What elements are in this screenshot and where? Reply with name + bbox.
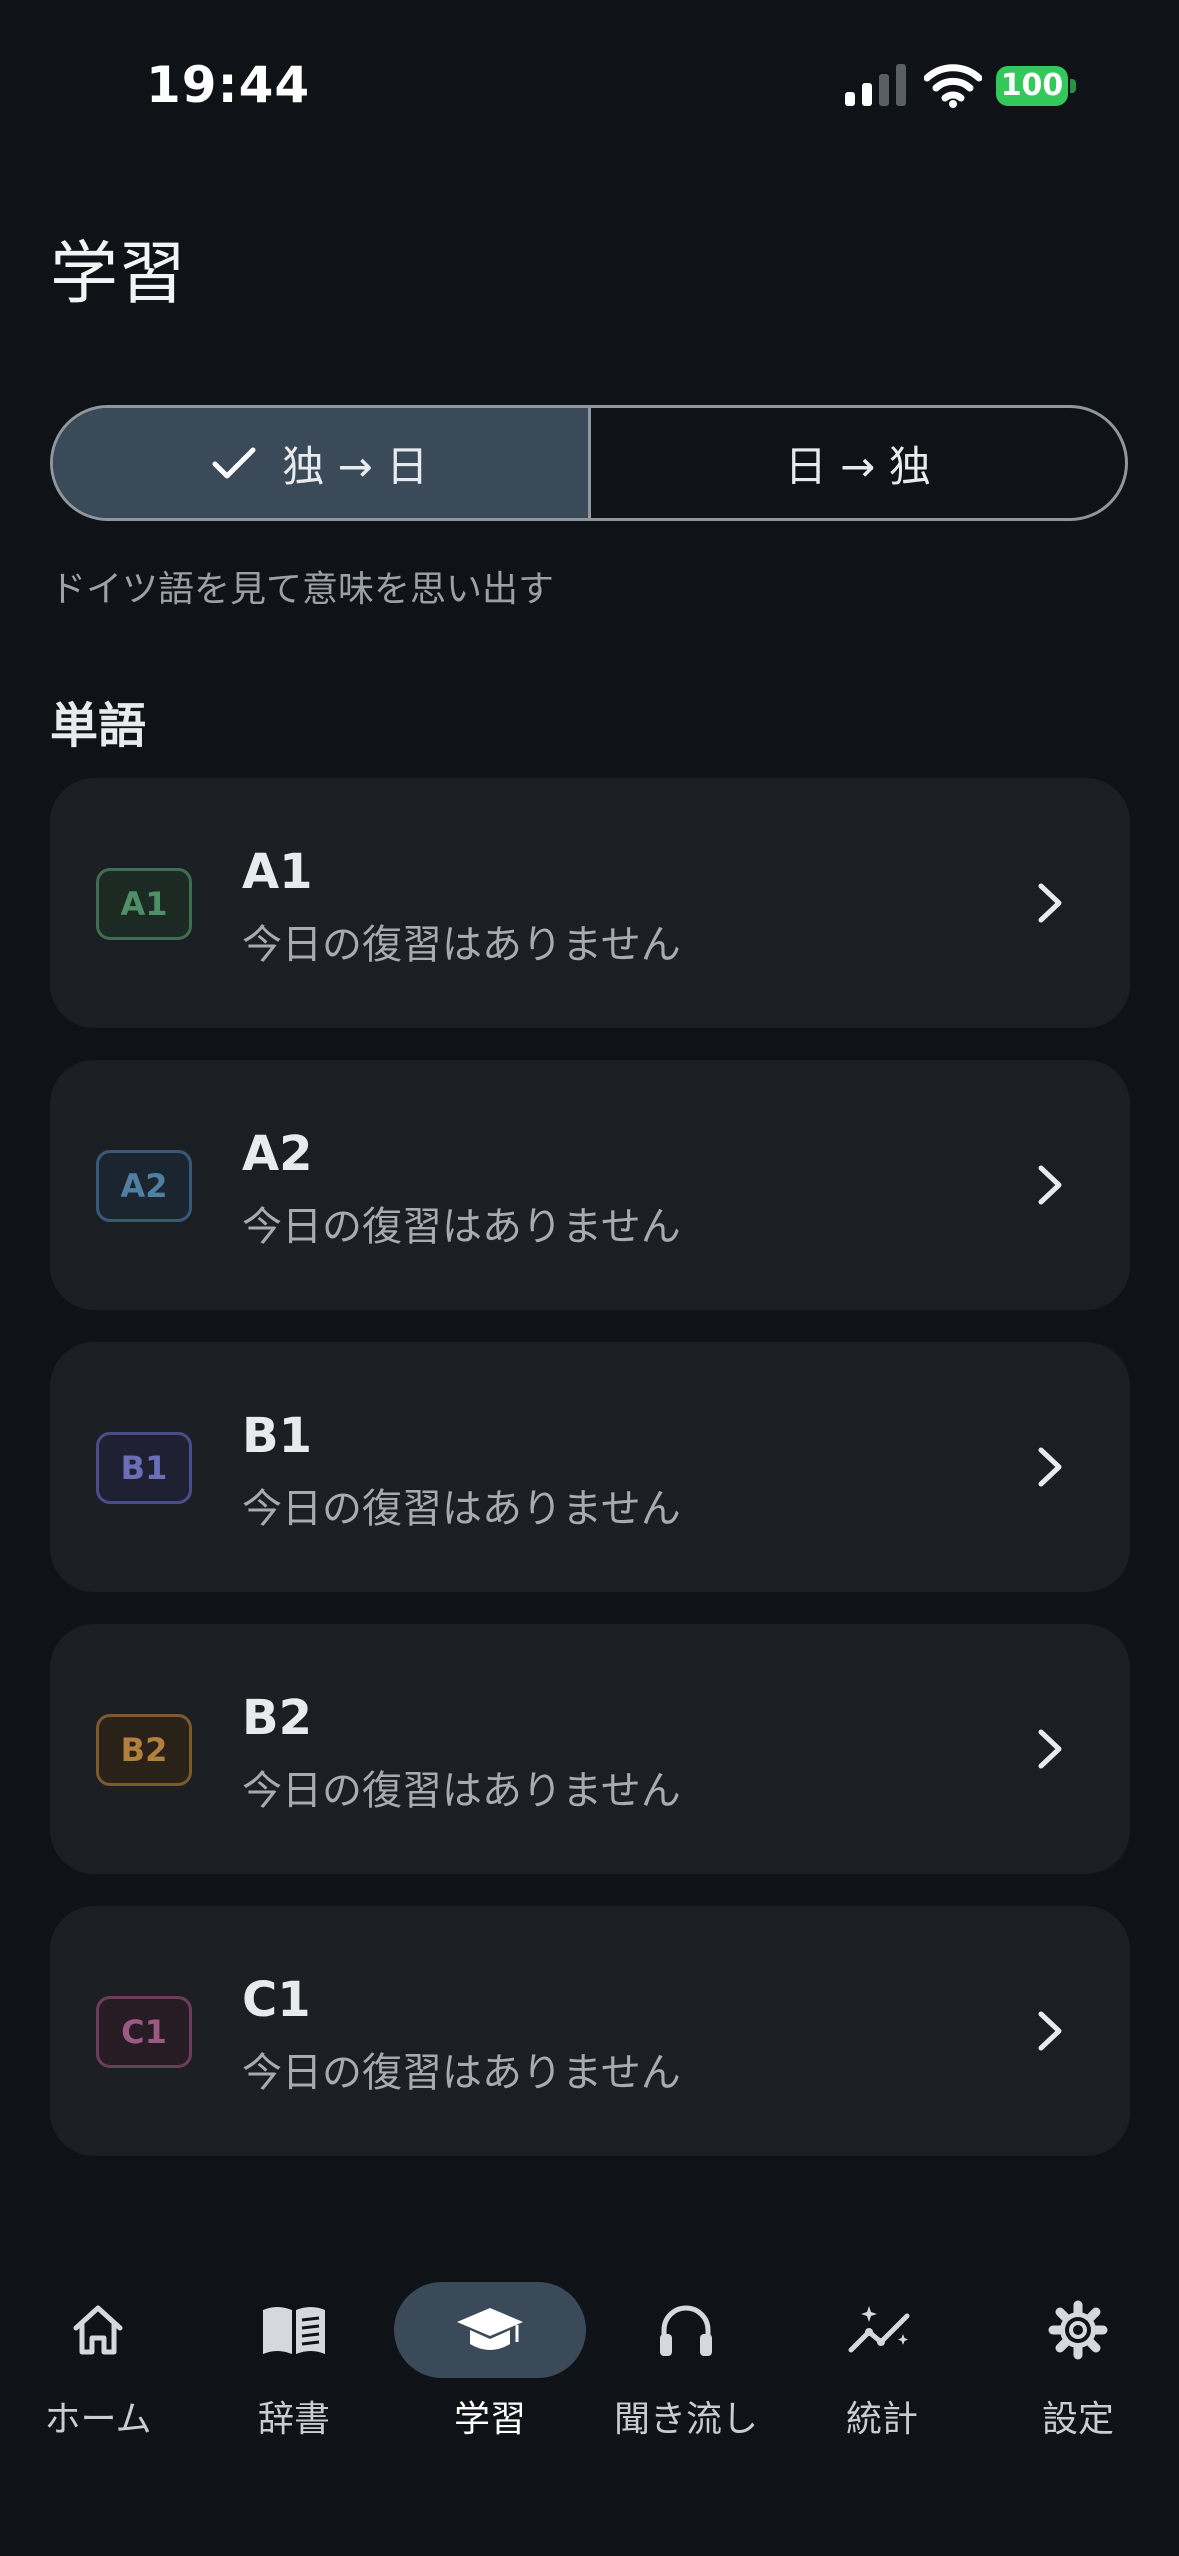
level-review-status: 今日の復習はありません xyxy=(242,1768,681,1814)
level-card-a1[interactable]: A1 A1 今日の復習はありません xyxy=(50,778,1130,1028)
tab-label: 設定 xyxy=(1041,2399,1114,2440)
tab-label: 辞書 xyxy=(257,2399,330,2440)
graduation-cap-icon xyxy=(457,2308,523,2350)
tab-icon-wrap xyxy=(786,2282,978,2378)
section-title-words: 単語 xyxy=(50,698,147,754)
level-card-b1[interactable]: B1 B1 今日の復習はありません xyxy=(50,1342,1130,1592)
battery-level: 100 xyxy=(996,66,1068,106)
direction-de-to-ja-label: 独 → 日 xyxy=(282,441,429,491)
level-badge: A1 xyxy=(96,868,192,940)
stats-icon xyxy=(848,2306,910,2353)
direction-ja-to-de-label: 日 → 独 xyxy=(784,441,931,491)
direction-toggle: 独 → 日 日 → 独 xyxy=(50,405,1128,521)
level-card-b2[interactable]: B2 B2 今日の復習はありません xyxy=(50,1624,1130,1874)
tab-label: 学習 xyxy=(453,2399,526,2440)
level-review-status: 今日の復習はありません xyxy=(242,2050,681,2096)
tab-label: 聞き流し xyxy=(613,2399,758,2440)
tab-icon-wrap xyxy=(590,2282,782,2378)
status-time: 19:44 xyxy=(146,56,311,114)
chevron-right-icon xyxy=(1038,1165,1062,1205)
level-review-status: 今日の復習はありません xyxy=(242,1204,681,1250)
level-title: A2 xyxy=(242,1126,313,1182)
level-title: B2 xyxy=(242,1690,312,1746)
headphones-icon xyxy=(660,2305,712,2356)
direction-de-to-ja-button[interactable]: 独 → 日 xyxy=(53,408,591,518)
tab-icon-wrap xyxy=(394,2282,586,2378)
tab-label: ホーム xyxy=(44,2399,152,2440)
level-badge: B1 xyxy=(96,1432,192,1504)
level-badge: C1 xyxy=(96,1996,192,2068)
page-title: 学習 xyxy=(50,235,187,314)
tab-icon-wrap xyxy=(2,2282,194,2378)
gear-icon xyxy=(1048,2300,1108,2360)
level-badge: B2 xyxy=(96,1714,192,1786)
tab-icon-wrap xyxy=(198,2282,390,2378)
chevron-right-icon xyxy=(1038,2011,1062,2051)
direction-hint: ドイツ語を見て意味を思い出す xyxy=(50,569,555,610)
tab-label: 統計 xyxy=(845,2399,918,2440)
level-title: C1 xyxy=(242,1972,311,2028)
level-review-status: 今日の復習はありません xyxy=(242,1486,681,1532)
chevron-right-icon xyxy=(1038,1447,1062,1487)
tab-settings[interactable]: 設定 xyxy=(980,2260,1176,2460)
tab-icon-wrap xyxy=(982,2282,1174,2378)
chevron-right-icon xyxy=(1038,1729,1062,1769)
level-title: B1 xyxy=(242,1408,312,1464)
checkmark-icon xyxy=(212,447,256,479)
battery-indicator: 100 xyxy=(996,66,1076,106)
level-card-c1[interactable]: C1 C1 今日の復習はありません xyxy=(50,1906,1130,2156)
level-card-a2[interactable]: A2 A2 今日の復習はありません xyxy=(50,1060,1130,1310)
tab-study[interactable]: 学習 xyxy=(392,2260,588,2460)
bottom-tab-bar: ホーム 辞書 学習 聞き流し 統計 設定 xyxy=(0,2260,1179,2556)
tab-stats[interactable]: 統計 xyxy=(784,2260,980,2460)
tab-dictionary[interactable]: 辞書 xyxy=(196,2260,392,2460)
tab-home[interactable]: ホーム xyxy=(0,2260,196,2460)
cellular-signal-icon xyxy=(845,64,906,106)
wifi-icon xyxy=(924,64,982,108)
direction-ja-to-de-button[interactable]: 日 → 独 xyxy=(591,408,1126,518)
level-badge: A2 xyxy=(96,1150,192,1222)
tab-listening[interactable]: 聞き流し xyxy=(588,2260,784,2460)
home-icon xyxy=(73,2305,123,2355)
book-icon xyxy=(263,2307,325,2354)
status-bar: 19:44 100 xyxy=(0,0,1179,170)
battery-tip xyxy=(1070,79,1076,93)
level-review-status: 今日の復習はありません xyxy=(242,922,681,968)
chevron-right-icon xyxy=(1038,883,1062,923)
level-title: A1 xyxy=(242,844,313,900)
